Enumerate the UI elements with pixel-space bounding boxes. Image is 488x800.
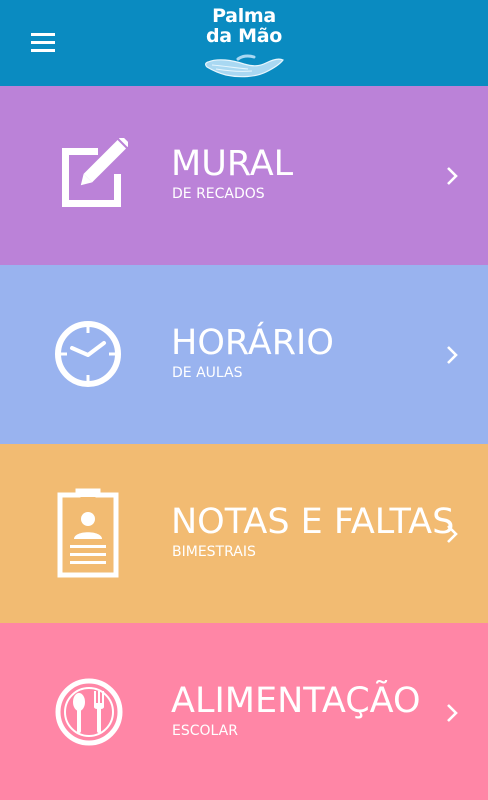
logo-text-line2: da Mão bbox=[205, 25, 283, 47]
tile-subtitle: DE AULAS bbox=[172, 365, 243, 381]
hand-icon bbox=[205, 54, 284, 78]
tile-subtitle: ESCOLAR bbox=[172, 723, 238, 739]
top-bar: Palma da Mão bbox=[0, 0, 488, 86]
chevron-right-icon bbox=[447, 346, 458, 364]
chevron-right-icon bbox=[447, 525, 458, 543]
edit-note-icon bbox=[62, 138, 128, 207]
tile-horario[interactable]: HORÁRIO DE AULAS bbox=[0, 265, 488, 444]
tile-title: HORÁRIO bbox=[171, 323, 334, 363]
report-card-icon bbox=[57, 488, 119, 578]
chevron-right-icon bbox=[447, 167, 458, 185]
tile-title: MURAL bbox=[171, 144, 294, 184]
tile-subtitle: DE RECADOS bbox=[172, 186, 265, 202]
menu-button[interactable] bbox=[26, 28, 60, 58]
tile-notas-faltas[interactable]: NOTAS E FALTAS BIMESTRAIS bbox=[0, 444, 488, 623]
tile-subtitle: BIMESTRAIS bbox=[172, 544, 256, 560]
tile-title: ALIMENTAÇÃO bbox=[171, 681, 421, 721]
tile-title: NOTAS E FALTAS bbox=[171, 502, 455, 542]
clock-icon bbox=[55, 321, 121, 387]
tile-mural[interactable]: MURAL DE RECADOS bbox=[0, 86, 488, 265]
app-logo: Palma da Mão bbox=[194, 6, 294, 80]
tile-alimentacao[interactable]: ALIMENTAÇÃO ESCOLAR bbox=[0, 623, 488, 800]
chevron-right-icon bbox=[447, 704, 458, 722]
hamburger-icon bbox=[31, 33, 55, 52]
cutlery-plate-icon bbox=[55, 678, 123, 746]
app-screen: Palma da Mão MURAL DE RECADOS HORÁRIO DE… bbox=[0, 0, 488, 800]
logo-text-line1: Palma bbox=[212, 5, 276, 27]
